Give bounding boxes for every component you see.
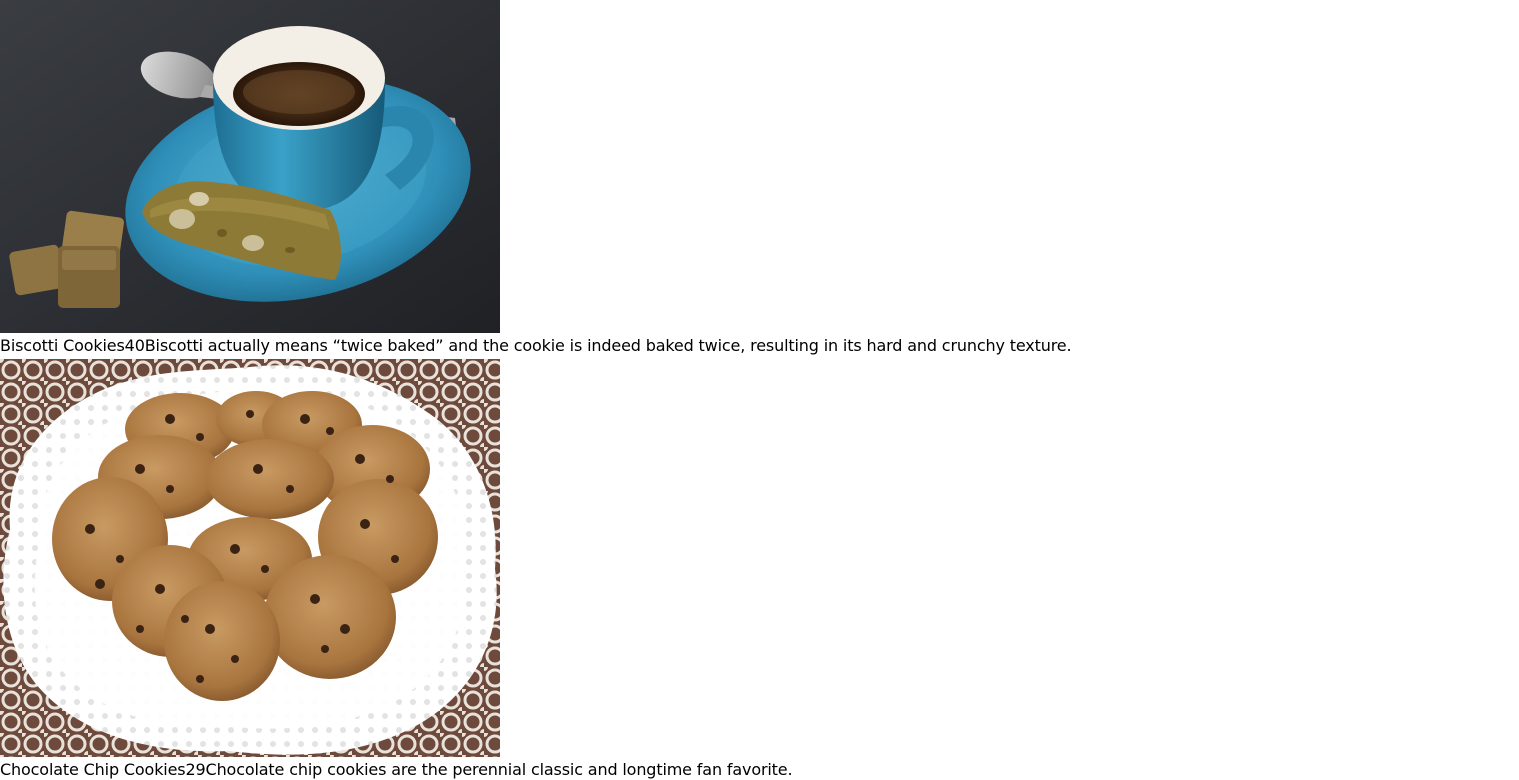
product-description: Biscotti actually means “twice baked” an…	[144, 336, 1072, 355]
product-price: 40	[124, 336, 145, 355]
product-caption: Chocolate Chip Cookies29Chocolate chip c…	[0, 757, 1519, 780]
product-description: Chocolate chip cookies are the perennial…	[205, 760, 793, 779]
biscotti-coffee-photo	[0, 0, 500, 333]
product-item: Biscotti Cookies40Biscotti actually mean…	[0, 0, 1519, 359]
chocolate-chip-cookies-photo	[0, 359, 500, 757]
product-name: Chocolate Chip Cookies	[0, 760, 186, 779]
product-caption: Biscotti Cookies40Biscotti actually mean…	[0, 333, 1519, 359]
product-price: 29	[185, 760, 206, 779]
product-name: Biscotti Cookies	[0, 336, 125, 355]
product-item: Chocolate Chip Cookies29Chocolate chip c…	[0, 359, 1519, 780]
product-list: Biscotti Cookies40Biscotti actually mean…	[0, 0, 1519, 780]
